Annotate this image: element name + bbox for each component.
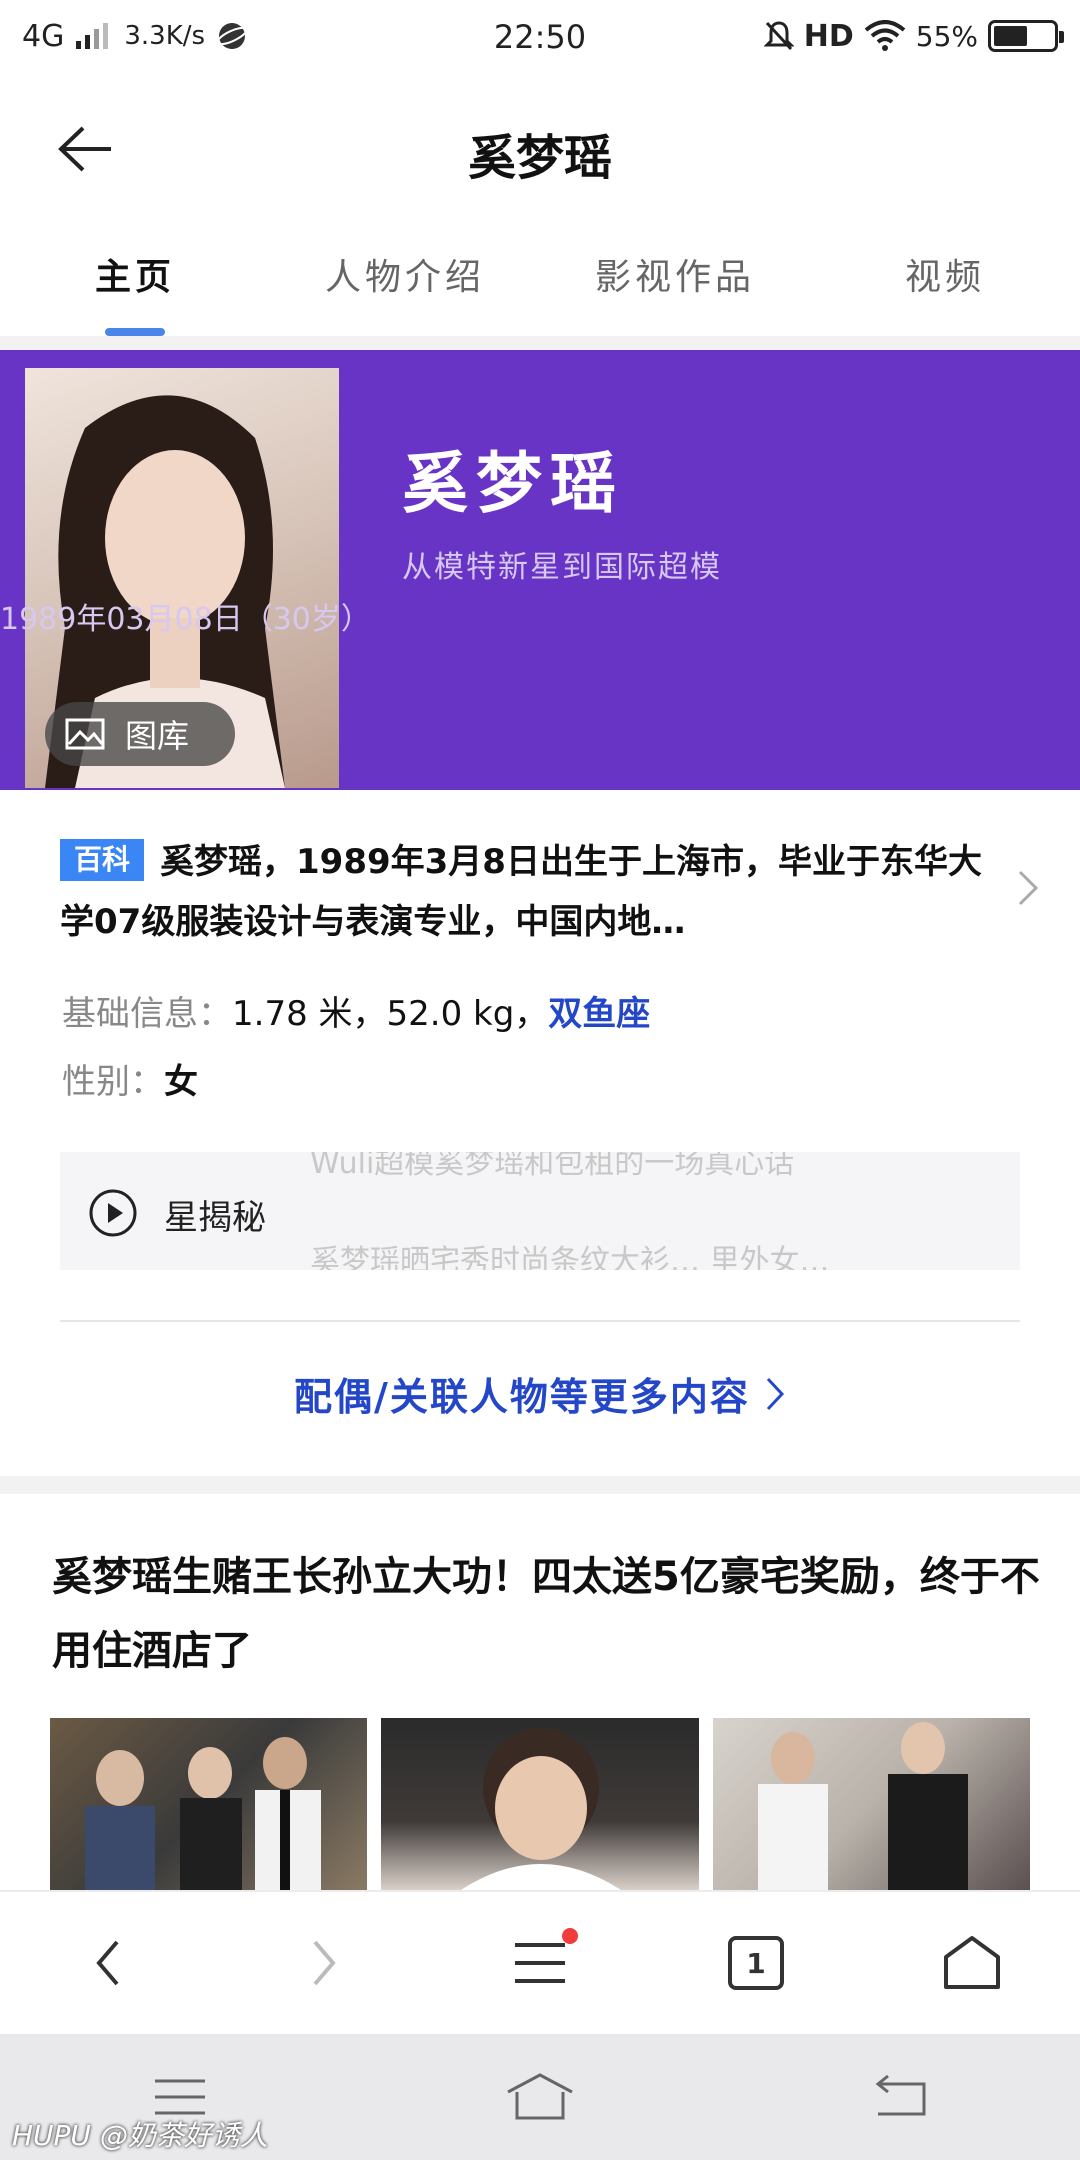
- tab-bar: 主页 人物介绍 影视作品 视频: [0, 230, 1080, 340]
- article-title[interactable]: 奚梦瑶生赌王长孙立大功！四太送5亿豪宅奖励，终于不用住酒店了: [52, 1540, 1042, 1688]
- browser-forward-button[interactable]: [216, 1892, 432, 2034]
- tab-videos-label: 视频: [904, 257, 985, 298]
- article-thumbnail: [50, 1718, 368, 1890]
- return-icon: [875, 2074, 926, 2116]
- browser-back-button[interactable]: [0, 1892, 216, 2034]
- hd-indicator: HD: [803, 18, 854, 54]
- image-icon: [65, 718, 105, 750]
- zodiac-link[interactable]: 双鱼座: [548, 994, 650, 1034]
- mute-icon: [763, 21, 794, 51]
- gallery-label: 图库: [125, 717, 190, 755]
- notification-dot: [562, 1928, 578, 1944]
- tab-home[interactable]: 主页: [0, 230, 270, 340]
- article-thumbnail: [712, 1718, 1030, 1890]
- status-left: 4G 3.3K/s: [22, 19, 249, 54]
- menu-icon: [155, 2079, 205, 2115]
- network-type: 4G: [22, 18, 65, 54]
- basic-info-label: 基础信息：: [62, 994, 232, 1034]
- article-thumbnails[interactable]: [50, 1718, 1030, 1890]
- chevron-right-icon[interactable]: [1016, 868, 1040, 908]
- chevron-left-icon: [96, 1940, 119, 1986]
- tab-home-label: 主页: [94, 257, 175, 298]
- video-scroll-text-top: Wuli超模奚梦瑶和包租的一场真心话: [310, 1152, 795, 1181]
- menu-icon: [515, 1943, 565, 1983]
- hero-banner: 图库 奚梦瑶 从模特新星到国际超模 1989年03月08日（30岁）: [0, 350, 1080, 790]
- divider: [60, 1320, 1020, 1322]
- video-card[interactable]: Wuli超模奚梦瑶和包租的一场真心话 奚梦瑶晒宅秀时尚条纹大衫… 里外女… 星揭…: [60, 1152, 1020, 1270]
- tab-profile[interactable]: 人物介绍: [270, 230, 540, 340]
- more-content-link[interactable]: 配偶/关联人物等更多内容: [0, 1366, 1080, 1421]
- chevron-right-icon: [313, 1940, 336, 1986]
- browser-home-button[interactable]: [864, 1892, 1080, 2034]
- video-label: 星揭秘: [164, 1198, 266, 1238]
- gender-label: 性别：: [62, 1062, 164, 1102]
- signal-icon: [76, 23, 109, 49]
- play-icon: [89, 1189, 137, 1237]
- network-speed: 3.3K/s: [124, 21, 206, 51]
- gender-row: 性别：女: [62, 1054, 198, 1103]
- summary-text: 奚梦瑶，1989年3月8日出生于上海市，毕业于东华大学07级服装设计与表演专业，…: [60, 842, 982, 942]
- tab-indicator: [105, 328, 165, 336]
- more-content-label: 配偶/关联人物等更多内容: [294, 1375, 750, 1419]
- tab-works[interactable]: 影视作品: [540, 230, 810, 340]
- gender-value: 女: [164, 1062, 198, 1102]
- basic-info-row: 基础信息：1.78 米，52.0 kg，双鱼座: [62, 986, 650, 1035]
- thumbnail-photo: [461, 1728, 622, 1890]
- chevron-right-icon: [766, 1377, 784, 1410]
- page-title: 奚梦瑶: [467, 130, 612, 186]
- tab-count: 1: [746, 1946, 766, 1980]
- home-icon: [944, 1936, 1000, 1989]
- header: 奚梦瑶: [0, 90, 1080, 210]
- browser-toolbar: 1: [0, 1890, 1080, 2034]
- tab-profile-label: 人物介绍: [324, 257, 485, 298]
- status-bar: 4G 3.3K/s 22:50 HD 55%: [0, 0, 1080, 72]
- article-thumbnail: [381, 1718, 699, 1890]
- battery-percent: 55%: [915, 19, 978, 53]
- section-divider: [0, 336, 1080, 350]
- basic-info-value: 1.78 米，52.0 kg，: [232, 994, 549, 1034]
- baike-badge: 百科: [60, 839, 145, 881]
- status-right: HD 55%: [763, 18, 1064, 54]
- system-home-button[interactable]: [360, 2034, 720, 2160]
- portrait-photo[interactable]: 图库: [25, 368, 339, 788]
- browser-tabs-button[interactable]: 1: [648, 1892, 864, 2034]
- tab-count-badge: 1: [728, 1936, 784, 1990]
- system-back-button[interactable]: [720, 2034, 1080, 2160]
- battery-icon: [988, 20, 1064, 52]
- tab-works-label: 影视作品: [594, 257, 755, 298]
- home-icon: [507, 2073, 573, 2120]
- wifi-icon: [864, 20, 906, 51]
- browser-menu-button[interactable]: [432, 1892, 648, 2034]
- watermark: HUPU @奶茶好诱人: [12, 2119, 268, 2152]
- hero-subtitle: 从模特新星到国际超模: [402, 550, 722, 585]
- thumbnail-photo: [85, 1737, 321, 1890]
- section-divider: [0, 1476, 1080, 1494]
- planet-icon: [216, 23, 248, 49]
- hero-name: 奚梦瑶: [402, 445, 624, 522]
- thumbnail-photo: [757, 1722, 968, 1890]
- tab-videos[interactable]: 视频: [810, 230, 1080, 340]
- gallery-button[interactable]: 图库: [45, 702, 235, 766]
- video-scroll-text-bottom: 奚梦瑶晒宅秀时尚条纹大衫… 里外女…: [310, 1244, 830, 1270]
- baike-summary[interactable]: 百科 奚梦瑶，1989年3月8日出生于上海市，毕业于东华大学07级服装设计与表演专…: [60, 832, 990, 952]
- hero-birthdate: 1989年03月08日（30岁）: [0, 602, 371, 637]
